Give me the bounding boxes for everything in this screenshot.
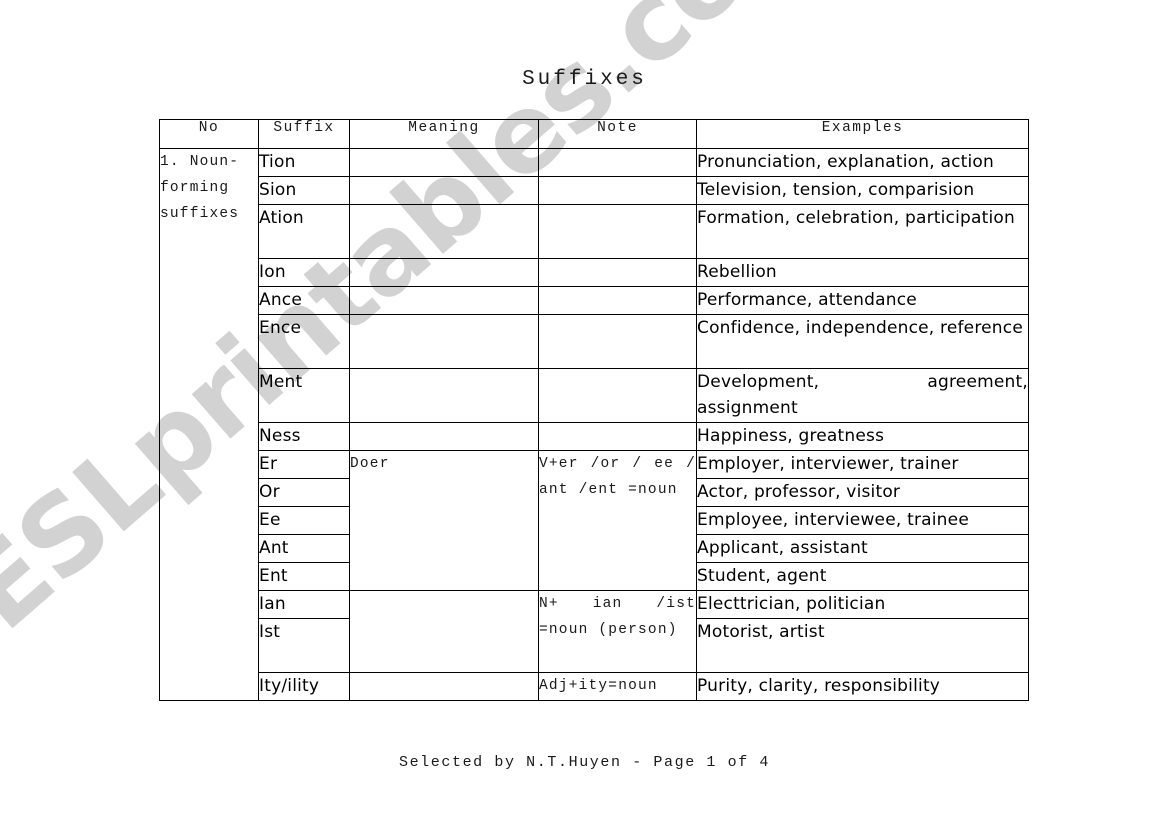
column-header-suffix: Suffix	[258, 119, 350, 149]
suffix-cell: Ness	[258, 422, 350, 451]
worksheet-page: Suffixes No Suffix Meaning Note Examples…	[0, 0, 1169, 821]
note-cell	[538, 176, 697, 205]
note-cell-ity: Adj+ity=noun	[538, 672, 697, 701]
meaning-cell	[349, 672, 539, 701]
suffix-cell: Ee	[258, 506, 350, 535]
group-label-noun-forming: 1. Noun-forming suffixes	[159, 148, 259, 701]
meaning-cell	[349, 590, 539, 673]
meaning-cell	[349, 368, 539, 423]
examples-cell: Actor, professor, visitor	[696, 478, 1029, 507]
column-header-meaning: Meaning	[349, 119, 539, 149]
examples-cell: Employer, interviewer, trainer	[696, 450, 1029, 479]
page-footer: Selected by N.T.Huyen - Page 1 of 4	[398, 754, 771, 771]
note-cell-person-group: N+ ian /ist =noun (person)	[538, 590, 697, 673]
examples-cell: Confidence, independence, reference	[696, 314, 1029, 369]
note-cell	[538, 286, 697, 315]
examples-cell: Formation, celebration, participation	[696, 204, 1029, 259]
note-cell	[538, 204, 697, 259]
meaning-cell	[349, 422, 539, 451]
suffix-cell: Ment	[258, 368, 350, 423]
suffix-cell: Ian	[258, 590, 350, 619]
examples-cell: Television, tension, comparision	[696, 176, 1029, 205]
suffix-cell: Ion	[258, 258, 350, 287]
note-cell	[538, 368, 697, 423]
suffix-cell: Ent	[258, 562, 350, 591]
table-row: Ity/ility Adj+ity=noun Purity, clarity, …	[160, 672, 1029, 701]
page-title: Suffixes	[522, 68, 647, 91]
note-cell	[538, 148, 697, 177]
column-header-note: Note	[538, 119, 697, 149]
examples-cell: Employee, interviewee, trainee	[696, 506, 1029, 535]
suffix-cell: Ence	[258, 314, 350, 369]
table-row: Ian N+ ian /ist =noun (person) Electtric…	[160, 590, 1029, 673]
examples-cell: Student, agent	[696, 562, 1029, 591]
table-header-row: No Suffix Meaning Note Examples	[159, 119, 1029, 149]
column-header-examples: Examples	[696, 119, 1029, 149]
suffix-cell: Ation	[258, 204, 350, 259]
suffix-cell: Or	[258, 478, 350, 507]
suffix-table: No Suffix Meaning Note Examples 1. Noun-…	[159, 119, 1029, 701]
meaning-cell	[349, 176, 539, 205]
table-row: Sion Television, tension, comparision	[160, 176, 1029, 205]
note-cell	[538, 314, 697, 369]
table-row: Ion Rebellion	[160, 258, 1029, 287]
meaning-cell	[349, 148, 539, 177]
meaning-cell	[349, 258, 539, 287]
examples-cell: Applicant, assistant	[696, 534, 1029, 563]
examples-cell: Purity, clarity, responsibility	[696, 672, 1029, 701]
suffix-cell: Tion	[258, 148, 350, 177]
meaning-cell	[349, 314, 539, 369]
table-row: Ation Formation, celebration, participat…	[160, 204, 1029, 259]
suffix-cell: Sion	[258, 176, 350, 205]
examples-cell: Happiness, greatness	[696, 422, 1029, 451]
examples-cell: Electtrician, politician	[696, 590, 1029, 619]
table-row: 1. Noun-forming suffixes Tion Pronunciat…	[159, 148, 1029, 701]
suffix-cell: Ist	[258, 618, 350, 673]
table-row: Ment Development, agreement, assignment	[160, 368, 1029, 423]
column-header-no: No	[159, 119, 259, 149]
examples-cell: Development, agreement, assignment	[696, 368, 1029, 423]
suffix-cell: Er	[258, 450, 350, 479]
suffix-cell: Ant	[258, 534, 350, 563]
suffix-cell: Ity/ility	[258, 672, 350, 701]
examples-cell: Motorist, artist	[696, 618, 1029, 673]
table-row: Ness Happiness, greatness	[160, 422, 1029, 451]
meaning-cell	[349, 204, 539, 259]
meaning-cell-doer: Doer	[349, 450, 539, 591]
examples-cell: Pronunciation, explanation, action	[696, 148, 1029, 177]
note-cell	[538, 258, 697, 287]
note-cell-verb-group: V+er /or / ee / ant /ent =noun	[538, 450, 697, 591]
table-row: Ence Confidence, independence, reference	[160, 314, 1029, 369]
examples-cell: Performance, attendance	[696, 286, 1029, 315]
note-cell	[538, 422, 697, 451]
suffix-cell: Ance	[258, 286, 350, 315]
examples-cell: Rebellion	[696, 258, 1029, 287]
table-row: Er Doer V+er /or / ee / ant /ent =noun E…	[160, 450, 1029, 591]
meaning-cell	[349, 286, 539, 315]
table-row: Ance Performance, attendance	[160, 286, 1029, 315]
